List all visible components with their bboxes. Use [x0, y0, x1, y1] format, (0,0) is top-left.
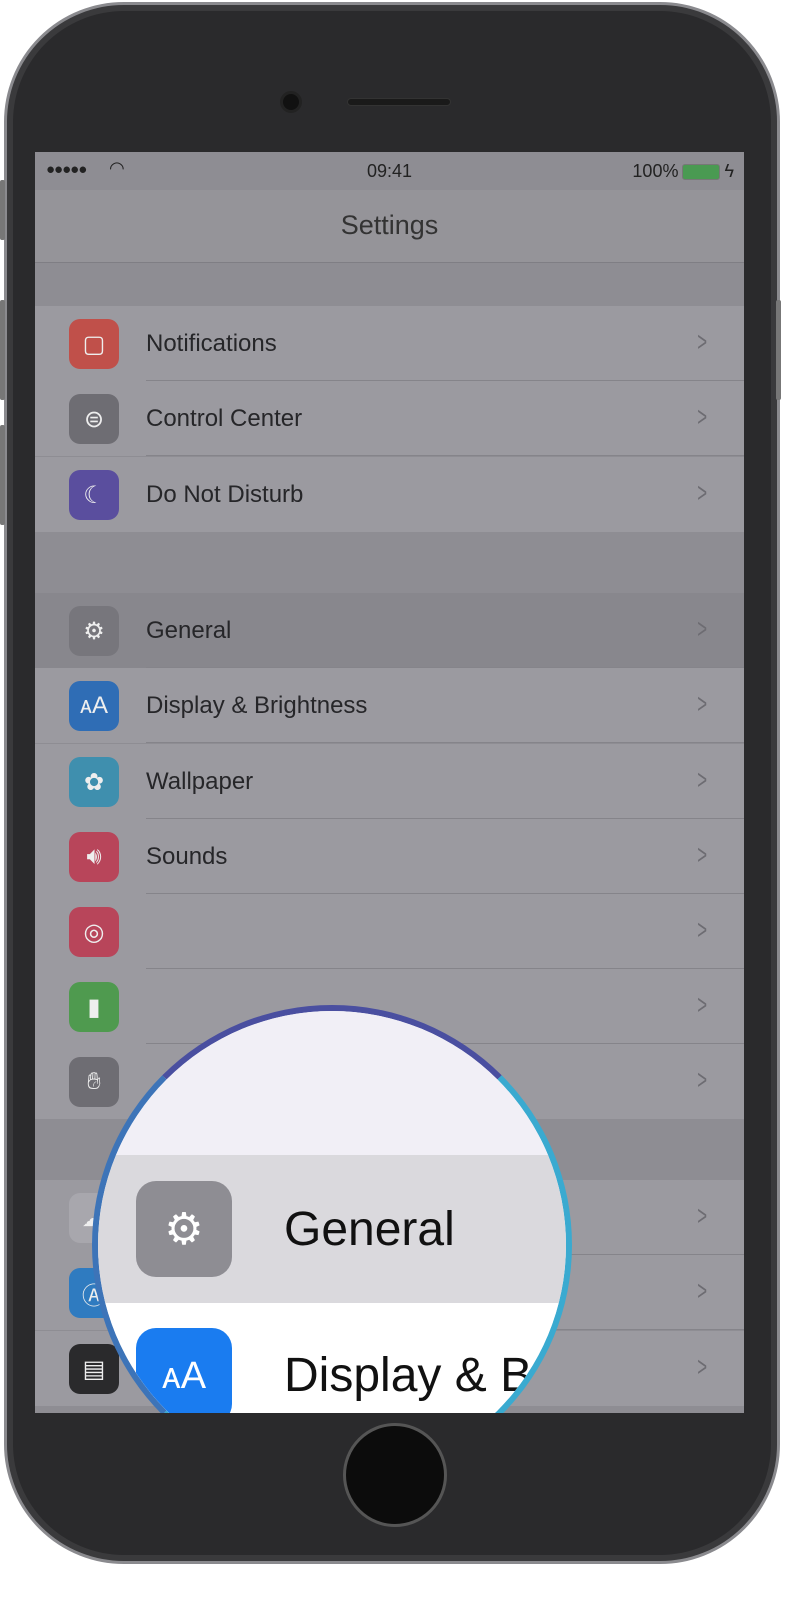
charging-icon: ϟ [724, 161, 734, 181]
text-size-icon: ᴀA [136, 1328, 232, 1413]
gear-icon: ⚙ [136, 1181, 232, 1277]
mute-switch[interactable] [0, 180, 5, 240]
row-label: Display & Brightness [146, 692, 368, 719]
row-label: Sounds [146, 843, 228, 870]
nav-bar: Settings [35, 190, 744, 263]
settings-row-control-center[interactable]: ⊜ Control Center > [35, 381, 744, 456]
volume-up-button[interactable] [0, 300, 5, 400]
screen: ●●●●● ◠ 09:41 100% ϟ Settings ▢ Notificat… [35, 152, 744, 1413]
chevron-right-icon: > [696, 477, 707, 508]
magnified-general-label: General [284, 1203, 455, 1256]
settings-row-general[interactable]: ⚙ General > [35, 593, 744, 668]
text-size-icon: ᴀA [69, 681, 119, 731]
control-center-icon: ⊜ [69, 394, 119, 444]
settings-row-notifications[interactable]: ▢ Notifications > [35, 306, 744, 381]
settings-row-sounds[interactable]: 🔊︎ Sounds > [35, 819, 744, 894]
chevron-right-icon: > [696, 989, 707, 1020]
gear-icon: ⚙ [69, 606, 119, 656]
settings-row-do-not-disturb[interactable]: ☾ Do Not Disturb > [35, 457, 744, 532]
row-label: General [146, 617, 232, 644]
chevron-right-icon: > [696, 914, 707, 945]
row-label: Notifications [146, 330, 277, 357]
settings-row-display-brightness[interactable]: ᴀA Display & Brightness > [35, 668, 744, 743]
chevron-right-icon: > [696, 613, 707, 644]
fingerprint-icon: ◎ [69, 907, 119, 957]
settings-row-fingerprint[interactable]: ◎ > [35, 894, 744, 969]
battery-percent: 100% [632, 161, 679, 181]
row-label: Wallpaper [146, 768, 254, 795]
moon-icon: ☾ [69, 470, 119, 520]
magnified-display-label: Display & B [284, 1349, 533, 1402]
chevron-right-icon: > [696, 1064, 707, 1095]
home-button[interactable] [343, 1423, 447, 1527]
volume-down-button[interactable] [0, 425, 5, 525]
magnified-general-row: ⚙ General [98, 1155, 566, 1303]
front-camera [280, 91, 302, 113]
power-button[interactable] [776, 300, 781, 400]
flower-icon: ✿ [69, 757, 119, 807]
speaker-icon: 🔊︎ [69, 832, 119, 882]
chevron-right-icon: > [696, 401, 707, 432]
status-bar: ●●●●● ◠ 09:41 100% ϟ [35, 152, 744, 190]
page-title: Settings [340, 210, 439, 240]
magnifier-callout: ⚙ General ᴀA Display & B [92, 1005, 572, 1413]
earpiece-speaker [347, 98, 451, 106]
chevron-right-icon: > [696, 839, 707, 870]
chevron-right-icon: > [696, 1275, 707, 1306]
battery-icon [682, 163, 721, 180]
row-label: Do Not Disturb [146, 481, 304, 508]
chevron-right-icon: > [696, 1200, 707, 1231]
row-label: Control Center [146, 405, 303, 432]
chevron-right-icon: > [696, 764, 707, 795]
notifications-icon: ▢ [69, 319, 119, 369]
chevron-right-icon: > [696, 1351, 707, 1382]
chevron-right-icon: > [696, 326, 707, 357]
magnified-display-row: ᴀA Display & B [98, 1303, 566, 1413]
chevron-right-icon: > [696, 688, 707, 719]
settings-row-wallpaper[interactable]: ✿ Wallpaper > [35, 744, 744, 819]
